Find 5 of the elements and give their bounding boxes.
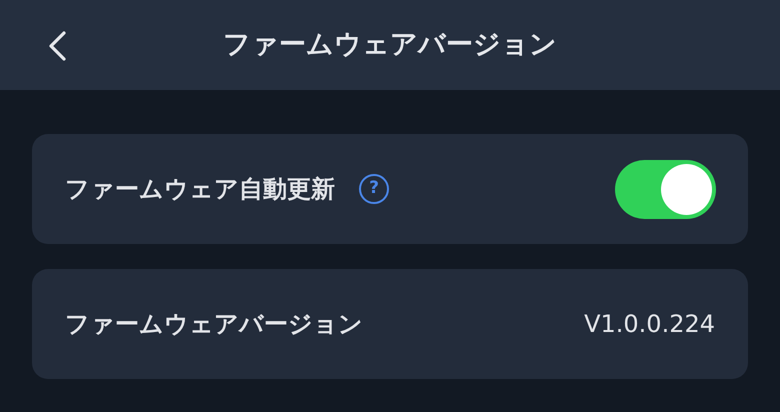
setting-label: ファームウェア自動更新 <box>65 174 335 205</box>
page-title: ファームウェアバージョン <box>223 28 557 62</box>
version-value: V1.0.0.224 <box>584 309 715 340</box>
help-icon[interactable]: ? <box>359 174 389 204</box>
setting-label: ファームウェアバージョン <box>65 309 363 340</box>
